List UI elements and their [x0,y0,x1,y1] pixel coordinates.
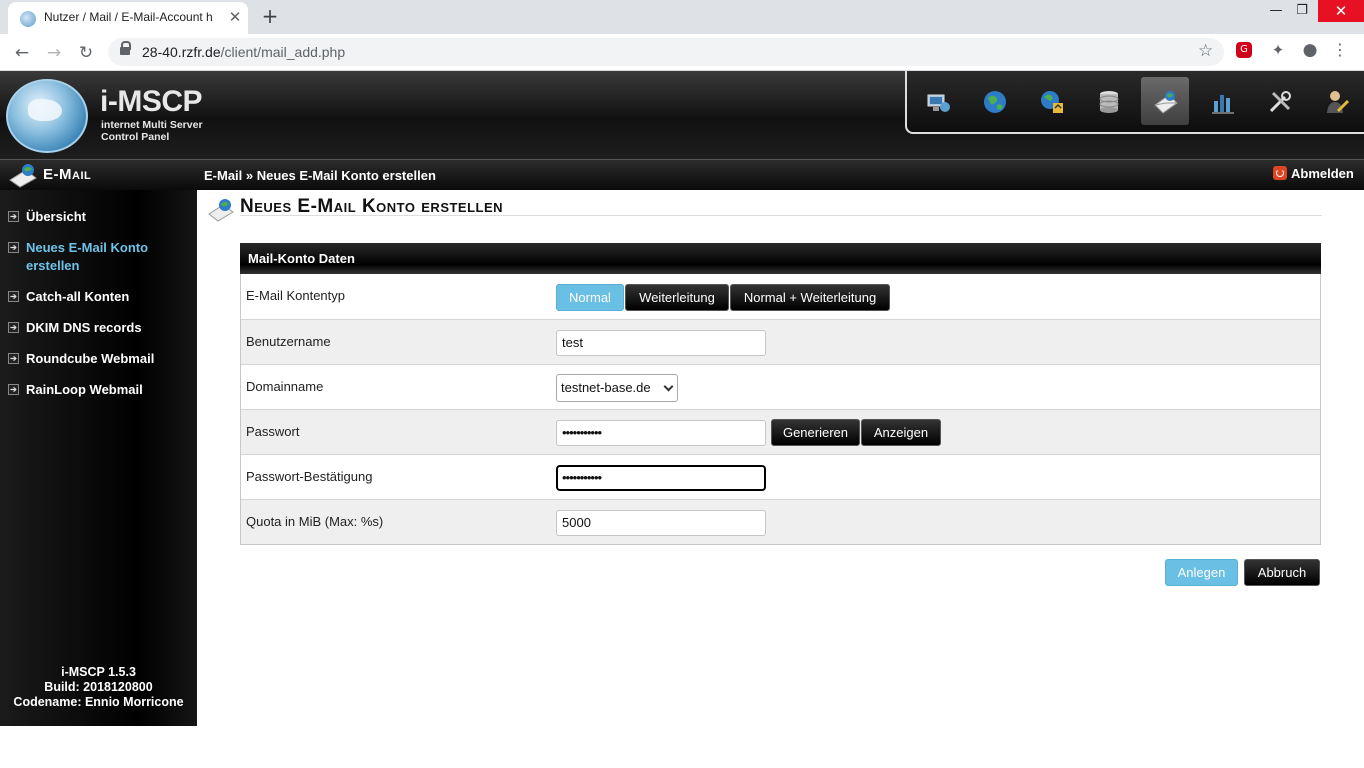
username-input[interactable]: test [556,330,766,356]
nav-databases[interactable] [1084,77,1132,125]
arrow-right-icon: ➔ [8,291,19,302]
quota-input[interactable]: 5000 [556,510,766,536]
arrow-right-icon: ➔ [8,384,19,395]
sidebar-item-dkim[interactable]: ➔ DKIM DNS records [0,319,197,337]
tools-icon [1269,91,1291,113]
mail-icon [1154,91,1178,114]
ftp-icon [1041,91,1063,113]
imscp-logo-icon [6,79,88,153]
section-name: E-Mail [43,166,92,183]
arrow-right-icon: ➔ [8,322,19,333]
extensions-icon[interactable]: ✦ [1268,40,1288,60]
tab-close-icon[interactable]: ✕ [226,8,244,26]
mail-section-icon [9,164,37,188]
row-domain: Domainname testnet-base.de [241,364,1320,409]
nav-ftp[interactable] [1027,77,1075,125]
domain-select[interactable]: testnet-base.de [556,374,678,402]
address-bar[interactable]: 28-40.rzfr.de/client/mail_add.php ☆ [108,38,1224,66]
logo-subtitle: internet Multi Server Control Panel [101,119,203,143]
logo-title: i-MSCP [100,85,203,118]
power-icon [1273,166,1287,180]
version-text: i-MSCP 1.5.3 [61,665,136,679]
divider [240,215,1322,216]
browser-toolbar: ← → ↻ 28-40.rzfr.de/client/mail_add.php … [0,34,1364,71]
browser-menu-icon[interactable]: ⋮ [1330,40,1350,60]
type-normal-button[interactable]: Normal [556,284,624,311]
databases-icon [1099,91,1119,113]
reload-icon[interactable]: ↻ [74,41,98,65]
general-icon [927,94,950,112]
panel-header: Mail-Konto Daten [240,243,1321,274]
bookmark-star-icon[interactable]: ☆ [1198,41,1213,61]
sidebar-item-rainloop[interactable]: ➔ RainLoop Webmail [0,381,197,399]
sidebar-item-catch-all[interactable]: ➔ Catch-all Konten [0,288,197,306]
browser-tabbar: Nutzer / Mail / E-Mail-Account h ✕ + — ❐… [0,0,1364,34]
restore-icon[interactable]: ❐ [1288,0,1316,22]
arrow-right-icon: ➔ [8,242,19,253]
sidebar: ➔ Übersicht ➔ Neues E-Mail Konto erstell… [0,190,197,726]
favicon-icon [20,11,36,27]
mail-account-form: Mail-Konto Daten E-Mail Kontentyp Normal… [240,243,1321,545]
row-quota: Quota in MiB (Max: %s) 5000 [241,499,1320,544]
lock-icon[interactable] [120,41,131,58]
nav-mail[interactable] [1141,77,1189,125]
row-password: Passwort ••••••••••• Generieren Anzeigen [241,409,1320,454]
type-normal-forward-button[interactable]: Normal + Weiterleitung [730,284,890,311]
domains-icon [984,91,1006,113]
chevron-down-icon [663,381,674,392]
row-account-type: E-Mail Kontentyp Normal Weiterleitung No… [241,274,1320,319]
arrow-right-icon: ➔ [8,353,19,364]
back-icon[interactable]: ← [10,41,34,65]
row-password-confirm: Passwort-Bestätigung ••••••••••• [241,454,1320,499]
forward-icon[interactable]: → [42,41,66,65]
password-input[interactable]: ••••••••••• [556,420,766,446]
build-text: Build: 2018120800 [44,680,153,694]
app-header: i-MSCP internet Multi Server Control Pan… [0,71,1364,159]
new-tab-icon[interactable]: + [258,5,282,29]
password-confirm-input[interactable]: ••••••••••• [556,465,766,491]
cancel-button[interactable]: Abbruch [1244,559,1320,586]
nav-domains[interactable] [970,77,1018,125]
main-navigation [905,71,1364,134]
nav-profile[interactable] [1312,77,1360,125]
nav-statistics[interactable] [1198,77,1246,125]
row-username: Benutzername test [241,319,1320,364]
profile-avatar-icon[interactable]: ● [1300,40,1320,60]
sidebar-item-new-mail-account[interactable]: ➔ Neues E-Mail Konto erstellen [0,239,197,275]
minimize-icon[interactable]: — [1262,0,1290,22]
submit-button[interactable]: Anlegen [1165,559,1238,586]
mail-add-icon [208,199,234,222]
section-titlebar: E-Mail E-Mail » Neues E-Mail Konto erste… [0,159,1364,190]
type-forward-button[interactable]: Weiterleitung [625,284,729,311]
browser-tab[interactable]: Nutzer / Mail / E-Mail-Account h ✕ [8,2,248,34]
tab-title: Nutzer / Mail / E-Mail-Account h [44,10,213,24]
nav-tools[interactable] [1255,77,1303,125]
sidebar-item-roundcube[interactable]: ➔ Roundcube Webmail [0,350,197,368]
breadcrumb: E-Mail » Neues E-Mail Konto erstellen [204,168,436,183]
generate-password-button[interactable]: Generieren [771,419,860,446]
version-info: i-MSCP 1.5.3 Build: 2018120800 Codename:… [0,665,197,710]
codename-text: Codename: Ennio Morricone [13,695,184,709]
close-icon[interactable]: ✕ [1318,0,1364,22]
shield-extension-icon[interactable]: G [1236,42,1252,58]
nav-general[interactable] [913,77,961,125]
logout-link[interactable]: Abmelden [1273,166,1354,184]
profile-icon [1327,91,1350,113]
show-password-button[interactable]: Anzeigen [861,419,941,446]
statistics-icon [1212,95,1234,114]
sidebar-item-overview[interactable]: ➔ Übersicht [0,208,197,226]
arrow-right-icon: ➔ [8,211,19,222]
url-text: 28-40.rzfr.de/client/mail_add.php [142,44,346,60]
